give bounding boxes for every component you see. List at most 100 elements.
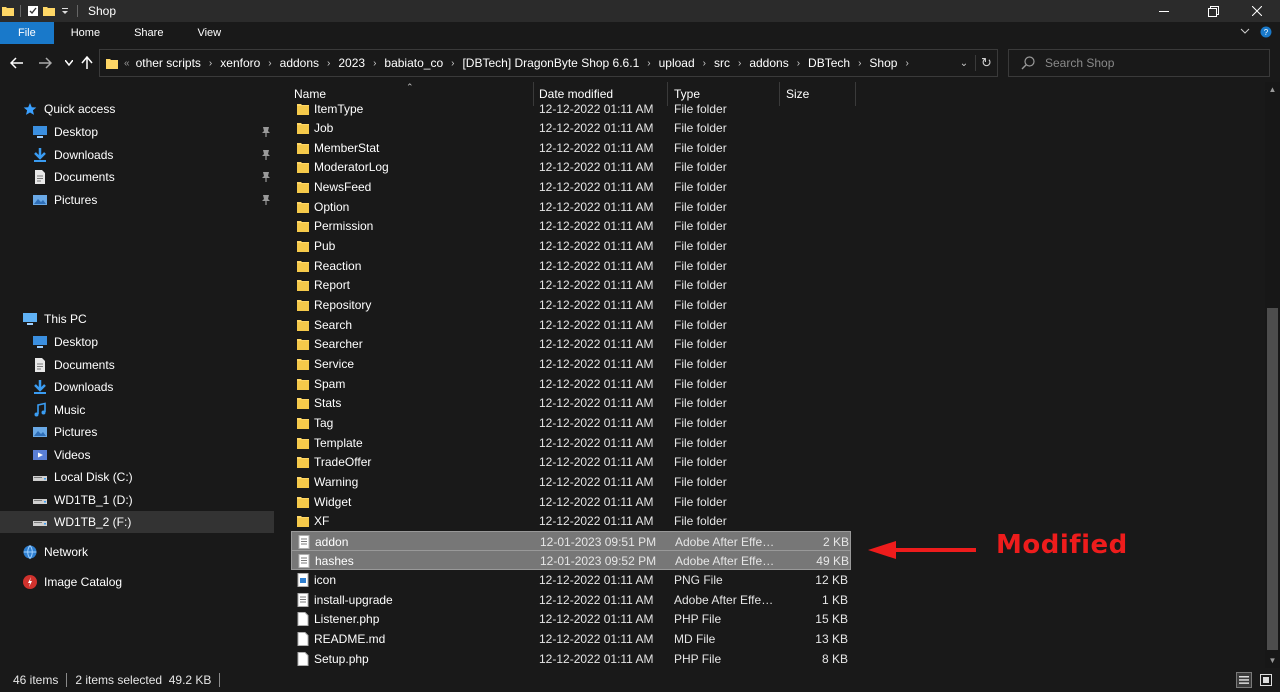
breadcrumb-item[interactable]: upload bbox=[659, 56, 695, 70]
maximize-icon[interactable] bbox=[1190, 0, 1236, 22]
details-view-icon[interactable] bbox=[1236, 672, 1252, 688]
nav-pc-pictures[interactable]: Pictures bbox=[32, 421, 97, 443]
tab-share[interactable]: Share bbox=[117, 22, 180, 44]
nav-this-pc[interactable]: This PC bbox=[22, 308, 87, 330]
large-icons-view-icon[interactable] bbox=[1258, 672, 1274, 688]
pin-icon[interactable] bbox=[261, 149, 271, 161]
file-row[interactable]: install-upgrade 12-12-2022 01:11 AM Adobe … bbox=[291, 590, 851, 610]
search-box[interactable] bbox=[1008, 49, 1270, 77]
file-row[interactable]: Reaction 12-12-2022 01:11 AM File folder bbox=[291, 256, 851, 276]
breadcrumb-item[interactable]: Shop bbox=[869, 56, 897, 70]
file-row[interactable]: README.md 12-12-2022 01:11 AM MD File 13 KB bbox=[291, 629, 851, 649]
tab-view[interactable]: View bbox=[180, 22, 238, 44]
help-icon[interactable]: ? bbox=[1260, 26, 1272, 38]
chevron-right-icon[interactable]: › bbox=[797, 58, 800, 69]
chevron-right-icon[interactable]: › bbox=[373, 58, 376, 69]
chevron-right-icon[interactable]: › bbox=[858, 58, 861, 69]
file-row[interactable]: Permission 12-12-2022 01:11 AM File folder bbox=[291, 216, 851, 236]
file-row[interactable]: ModeratorLog 12-12-2022 01:11 AM File fold… bbox=[291, 157, 851, 177]
new-folder-icon[interactable] bbox=[43, 5, 55, 17]
breadcrumb-item[interactable]: 2023 bbox=[338, 56, 365, 70]
nav-pc-videos[interactable]: Videos bbox=[32, 444, 90, 466]
nav-pc-desktop[interactable]: Desktop bbox=[32, 331, 98, 353]
recent-dropdown-icon[interactable] bbox=[60, 54, 78, 72]
file-row[interactable]: Service 12-12-2022 01:11 AM File folder bbox=[291, 354, 851, 374]
file-row[interactable]: hashes 12-01-2023 09:52 PM Adobe After Eff… bbox=[291, 550, 851, 571]
file-row[interactable]: MemberStat 12-12-2022 01:11 AM File folder bbox=[291, 138, 851, 158]
file-row[interactable]: Widget 12-12-2022 01:11 AM File folder bbox=[291, 492, 851, 512]
chevron-right-icon[interactable]: › bbox=[451, 58, 454, 69]
file-row[interactable]: Listener.php 12-12-2022 01:11 AM PHP File 1… bbox=[291, 609, 851, 629]
file-row[interactable]: Job 12-12-2022 01:11 AM File folder bbox=[291, 118, 851, 138]
tab-file[interactable]: File bbox=[0, 22, 54, 44]
nav-quick-documents[interactable]: Documents bbox=[32, 166, 115, 188]
breadcrumb-item[interactable]: addons bbox=[749, 56, 788, 70]
scroll-down-icon[interactable]: ▼ bbox=[1265, 653, 1280, 668]
breadcrumb-item[interactable]: src bbox=[714, 56, 730, 70]
nav-quick-access[interactable]: Quick access bbox=[22, 98, 115, 120]
breadcrumb-item[interactable]: other scripts bbox=[136, 56, 201, 70]
chevron-right-icon[interactable]: › bbox=[209, 58, 212, 69]
nav-pc-music[interactable]: Music bbox=[32, 399, 85, 421]
file-row[interactable]: TradeOffer 12-12-2022 01:11 AM File folder bbox=[291, 452, 851, 472]
file-row[interactable]: Report 12-12-2022 01:11 AM File folder bbox=[291, 275, 851, 295]
chevron-right-icon[interactable]: › bbox=[327, 58, 330, 69]
column-divider[interactable] bbox=[855, 82, 856, 106]
back-arrow-icon[interactable] bbox=[8, 54, 26, 72]
file-row[interactable]: Tag 12-12-2022 01:11 AM File folder bbox=[291, 413, 851, 433]
file-row[interactable]: XF 12-12-2022 01:11 AM File folder bbox=[291, 511, 851, 531]
file-row[interactable]: Repository 12-12-2022 01:11 AM File folder bbox=[291, 295, 851, 315]
refresh-icon[interactable]: ↻ bbox=[975, 55, 997, 71]
file-row[interactable]: addon 12-01-2023 09:51 PM Adobe After Effe… bbox=[291, 530, 851, 551]
address-history-dropdown-icon[interactable]: ⌄ bbox=[953, 58, 975, 69]
nav-pc-wd1tb-1-d[interactable]: WD1TB_1 (D:) bbox=[32, 489, 133, 511]
address-overflow[interactable]: « bbox=[124, 58, 130, 69]
breadcrumb-item[interactable]: [DBTech] DragonByte Shop 6.6.1 bbox=[462, 56, 639, 70]
chevron-right-icon[interactable]: › bbox=[268, 58, 271, 69]
breadcrumb-item[interactable]: babiato_co bbox=[384, 56, 443, 70]
vertical-scrollbar[interactable]: ▲ ▼ bbox=[1265, 82, 1280, 668]
file-row[interactable]: ItemType 12-12-2022 01:11 AM File folder bbox=[291, 99, 851, 119]
breadcrumb-item[interactable]: xenforo bbox=[220, 56, 260, 70]
chevron-right-icon[interactable]: › bbox=[905, 58, 908, 69]
nav-pc-wd1tb-2-f[interactable]: WD1TB_2 (F:) bbox=[0, 511, 274, 533]
nav-quick-pictures[interactable]: Pictures bbox=[32, 189, 97, 211]
file-row[interactable]: Setup.php 12-12-2022 01:11 AM PHP File 8 KB bbox=[291, 649, 851, 668]
chevron-right-icon[interactable]: › bbox=[647, 58, 650, 69]
breadcrumb-item[interactable]: DBTech bbox=[808, 56, 850, 70]
pin-icon[interactable] bbox=[261, 126, 271, 138]
address-bar[interactable]: « other scripts › xenforo › addons › 2023 › babi… bbox=[99, 49, 998, 77]
file-row[interactable]: Pub 12-12-2022 01:11 AM File folder bbox=[291, 236, 851, 256]
chevron-right-icon[interactable]: › bbox=[703, 58, 706, 69]
expand-ribbon-icon[interactable] bbox=[1240, 26, 1250, 36]
file-row[interactable]: Searcher 12-12-2022 01:11 AM File folder bbox=[291, 334, 851, 354]
scrollbar-thumb[interactable] bbox=[1267, 308, 1278, 650]
customize-toolbar-icon[interactable] bbox=[59, 5, 71, 17]
minimize-icon[interactable] bbox=[1141, 0, 1187, 22]
file-row[interactable]: Template 12-12-2022 01:11 AM File folder bbox=[291, 433, 851, 453]
forward-arrow-icon[interactable] bbox=[36, 54, 54, 72]
folder-icon[interactable] bbox=[2, 5, 14, 17]
nav-pc-downloads[interactable]: Downloads bbox=[32, 376, 113, 398]
nav-image-catalog[interactable]: Image Catalog bbox=[22, 571, 122, 593]
file-row[interactable]: Spam 12-12-2022 01:11 AM File folder bbox=[291, 374, 851, 394]
file-row[interactable]: Search 12-12-2022 01:11 AM File folder bbox=[291, 315, 851, 335]
up-arrow-icon[interactable] bbox=[78, 54, 96, 72]
file-row[interactable]: icon 12-12-2022 01:11 AM PNG File 12 KB bbox=[291, 570, 851, 590]
nav-quick-desktop[interactable]: Desktop bbox=[32, 121, 98, 143]
nav-quick-downloads[interactable]: Downloads bbox=[32, 144, 113, 166]
properties-icon[interactable] bbox=[27, 5, 39, 17]
pin-icon[interactable] bbox=[261, 194, 271, 206]
nav-network[interactable]: Network bbox=[22, 541, 88, 563]
close-icon[interactable] bbox=[1234, 0, 1280, 22]
file-row[interactable]: Stats 12-12-2022 01:11 AM File folder bbox=[291, 393, 851, 413]
chevron-right-icon[interactable]: › bbox=[738, 58, 741, 69]
pin-icon[interactable] bbox=[261, 171, 271, 183]
nav-pc-local-disk-c[interactable]: Local Disk (C:) bbox=[32, 466, 133, 488]
nav-pc-documents[interactable]: Documents bbox=[32, 354, 115, 376]
search-input[interactable] bbox=[1045, 56, 1245, 70]
tab-home[interactable]: Home bbox=[54, 22, 117, 44]
file-row[interactable]: Option 12-12-2022 01:11 AM File folder bbox=[291, 197, 851, 217]
scroll-up-icon[interactable]: ▲ bbox=[1265, 82, 1280, 97]
file-row[interactable]: Warning 12-12-2022 01:11 AM File folder bbox=[291, 472, 851, 492]
